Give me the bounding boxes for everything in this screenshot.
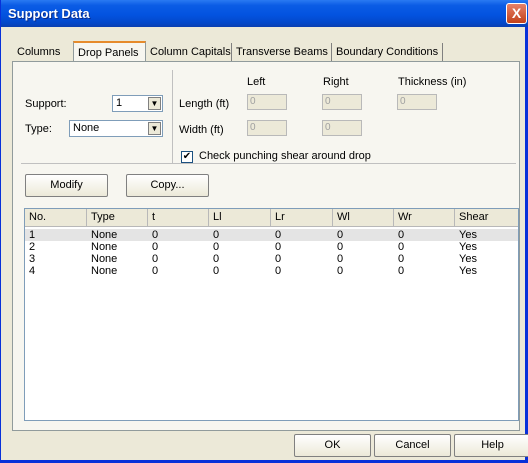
cell-type: None	[91, 229, 118, 241]
cell-wr: 0	[398, 253, 405, 265]
table-row[interactable]: 1 None 0 0 0 0 0 Yes	[25, 229, 518, 241]
cell-no: 4	[29, 265, 36, 277]
cell-t: 0	[152, 253, 159, 265]
header-t[interactable]: t	[148, 209, 209, 226]
title-bar[interactable]: Support Data X	[1, 0, 528, 27]
support-value: 1	[116, 97, 123, 109]
cell-shear: Yes	[459, 229, 477, 241]
cell-type: None	[91, 253, 118, 265]
tab-drop-panels[interactable]: Drop Panels	[73, 41, 146, 62]
cell-no: 3	[29, 253, 36, 265]
close-button[interactable]: X	[506, 3, 527, 24]
header-type[interactable]: Type	[87, 209, 148, 226]
tab-columns[interactable]: Columns	[13, 43, 75, 61]
length-left-field[interactable]: 0	[247, 94, 287, 110]
cell-no: 2	[29, 241, 36, 253]
cell-t: 0	[152, 229, 159, 241]
cell-type: None	[91, 241, 118, 253]
dialog-title: Support Data	[8, 6, 90, 21]
cell-shear: Yes	[459, 241, 477, 253]
type-select[interactable]: None ▼	[69, 120, 163, 137]
tab-column-capitals[interactable]: Column Capitals	[146, 43, 232, 61]
cell-wl: 0	[337, 253, 344, 265]
table-header: No. Type t Ll Lr Wl Wr Shear	[25, 209, 518, 227]
thickness-column-label: Thickness (in)	[398, 76, 467, 88]
cell-lr: 0	[275, 229, 282, 241]
chevron-down-icon[interactable]: ▼	[148, 122, 161, 135]
cell-ll: 0	[213, 253, 220, 265]
modify-button[interactable]: Modify	[25, 174, 108, 197]
support-label: Support:	[25, 98, 67, 110]
table-row[interactable]: 3 None 0 0 0 0 0 Yes	[25, 253, 518, 265]
cell-no: 1	[29, 229, 36, 241]
divider	[21, 163, 516, 164]
cell-t: 0	[152, 265, 159, 277]
vertical-divider	[172, 70, 173, 164]
right-column-label: Right	[323, 76, 349, 88]
drop-panels-table[interactable]: No. Type t Ll Lr Wl Wr Shear 1 None 0 0 …	[24, 208, 519, 421]
type-value: None	[73, 122, 100, 134]
header-no[interactable]: No.	[25, 209, 87, 226]
punching-shear-label: Check punching shear around drop	[199, 150, 371, 162]
cell-wr: 0	[398, 265, 405, 277]
ok-button[interactable]: OK	[294, 434, 371, 457]
header-shear[interactable]: Shear	[455, 209, 518, 226]
cell-shear: Yes	[459, 253, 477, 265]
punching-shear-checkbox[interactable]: ✔	[181, 151, 193, 163]
help-button[interactable]: Help	[454, 434, 528, 457]
chevron-down-icon[interactable]: ▼	[148, 97, 161, 110]
header-wl[interactable]: Wl	[333, 209, 394, 226]
cell-lr: 0	[275, 253, 282, 265]
cell-wl: 0	[337, 241, 344, 253]
cell-wr: 0	[398, 241, 405, 253]
width-right-field[interactable]: 0	[322, 120, 362, 136]
width-label: Width (ft)	[179, 124, 224, 136]
tab-boundary-conditions[interactable]: Boundary Conditions	[332, 43, 443, 61]
header-ll[interactable]: Ll	[209, 209, 271, 226]
support-select[interactable]: 1 ▼	[112, 95, 163, 112]
cancel-button[interactable]: Cancel	[374, 434, 451, 457]
cell-lr: 0	[275, 241, 282, 253]
cell-ll: 0	[213, 229, 220, 241]
table-row[interactable]: 4 None 0 0 0 0 0 Yes	[25, 265, 518, 277]
cell-lr: 0	[275, 265, 282, 277]
header-wr[interactable]: Wr	[394, 209, 455, 226]
thickness-field[interactable]: 0	[397, 94, 437, 110]
support-data-dialog: Support Data X Columns Drop Panels Colum…	[0, 0, 528, 463]
cell-ll: 0	[213, 241, 220, 253]
left-column-label: Left	[247, 76, 266, 88]
length-right-field[interactable]: 0	[322, 94, 362, 110]
cell-shear: Yes	[459, 265, 477, 277]
cell-type: None	[91, 265, 118, 277]
length-label: Length (ft)	[179, 98, 230, 110]
cell-ll: 0	[213, 265, 220, 277]
copy-button[interactable]: Copy...	[126, 174, 209, 197]
width-left-field[interactable]: 0	[247, 120, 287, 136]
cell-wr: 0	[398, 229, 405, 241]
type-label: Type:	[25, 123, 52, 135]
cell-wl: 0	[337, 265, 344, 277]
cell-wl: 0	[337, 229, 344, 241]
cell-t: 0	[152, 241, 159, 253]
header-lr[interactable]: Lr	[271, 209, 333, 226]
tab-transverse-beams[interactable]: Transverse Beams	[232, 43, 332, 61]
table-row[interactable]: 2 None 0 0 0 0 0 Yes	[25, 241, 518, 253]
